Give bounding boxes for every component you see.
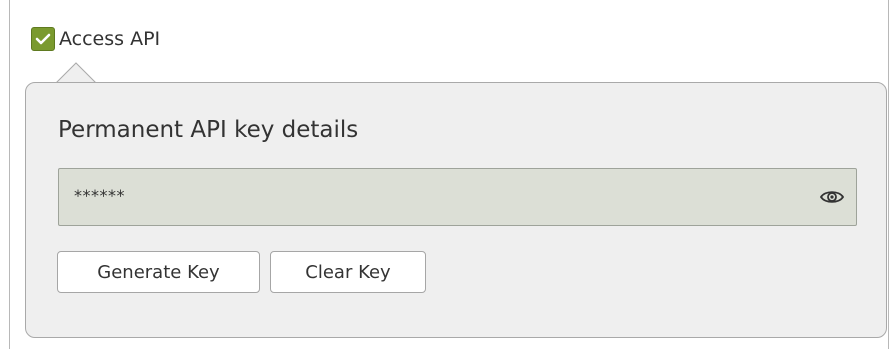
api-key-field[interactable]: ****** xyxy=(58,168,857,226)
access-api-checkbox[interactable] xyxy=(31,27,55,51)
access-api-option[interactable]: Access API xyxy=(31,25,160,53)
eye-icon[interactable] xyxy=(819,186,845,208)
api-key-value: ****** xyxy=(74,186,125,205)
api-key-panel: Permanent API key details ****** Generat… xyxy=(25,82,887,338)
checkmark-icon xyxy=(35,33,51,45)
panel-pointer-caret xyxy=(56,62,96,83)
generate-key-button[interactable]: Generate Key xyxy=(57,251,260,293)
access-api-label: Access API xyxy=(59,28,161,50)
panel-title: Permanent API key details xyxy=(58,117,359,143)
clear-key-button[interactable]: Clear Key xyxy=(270,251,426,293)
